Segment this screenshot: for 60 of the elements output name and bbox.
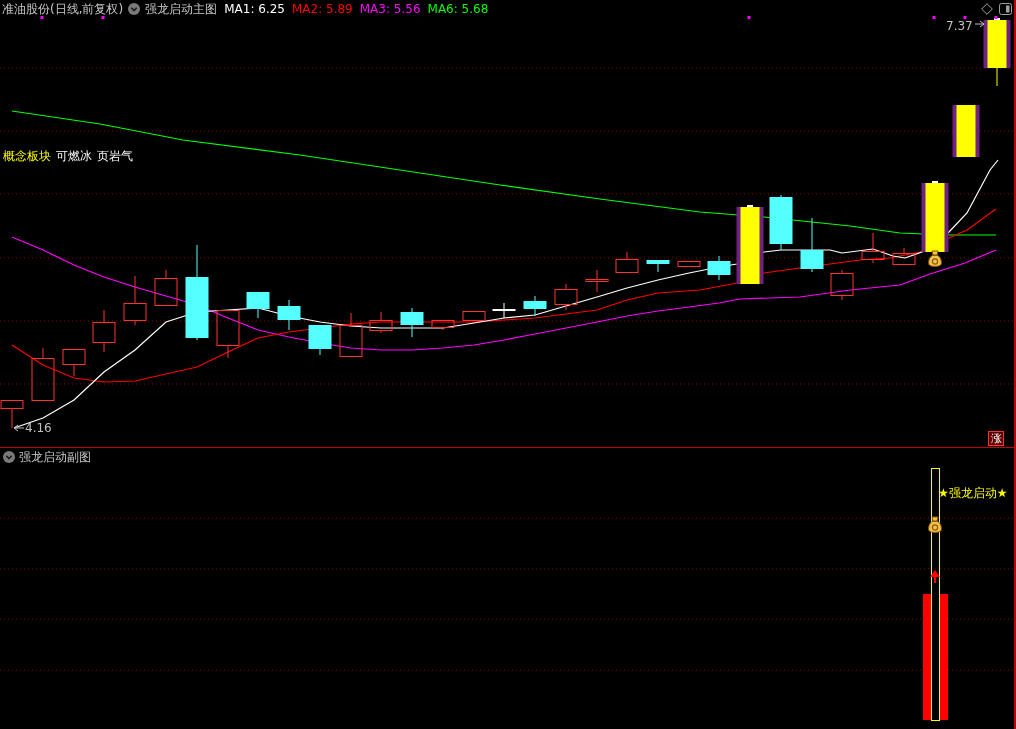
marker-icon (994, 16, 998, 19)
marker-icon (40, 16, 44, 19)
indicator-name[interactable]: 强龙启动副图 (19, 449, 91, 465)
candlestick (615, 251, 639, 273)
candlestick (308, 324, 332, 356)
candlestick (31, 347, 55, 401)
candlestick (585, 269, 609, 293)
moving-average-value: MA1: 6.25 (224, 1, 285, 17)
indicator-name[interactable]: 强龙启动主图 (145, 1, 218, 17)
candlestick (707, 255, 731, 281)
money-bag-icon (928, 516, 942, 533)
candlestick (800, 217, 824, 273)
candlestick (677, 260, 701, 267)
dropdown-icon[interactable] (3, 451, 15, 463)
candlestick (0, 399, 24, 429)
candlestick (216, 309, 240, 359)
candlestick (523, 295, 547, 317)
candlestick (861, 232, 885, 264)
candlestick (246, 291, 270, 319)
side-button[interactable]: 涨 (988, 431, 1004, 446)
candlestick (431, 319, 455, 331)
signal-label: ★强龙启动★ (938, 485, 1008, 501)
candlestick (462, 310, 486, 321)
marker-icon (963, 16, 967, 19)
candlestick (62, 348, 86, 377)
security-title: 准油股份(日线,前复权) (2, 1, 124, 17)
candlestick (892, 247, 916, 265)
candlestick (769, 194, 793, 251)
leader-arrow (13, 424, 25, 432)
marker-icon (747, 16, 751, 19)
high-price-label: 7.37 (946, 20, 973, 33)
candlestick (277, 299, 301, 331)
moving-average-value: MA6: 5.68 (427, 1, 489, 17)
candlestick (492, 302, 516, 319)
candlestick (92, 309, 116, 353)
candlestick (154, 269, 178, 306)
concept-tag: 页岩气 (97, 148, 133, 164)
candlestick (123, 275, 147, 326)
dropdown-icon[interactable] (128, 3, 141, 15)
candlestick (369, 311, 393, 334)
diamond-icon[interactable] (981, 3, 993, 15)
candlestick (921, 181, 949, 253)
concept-label: 概念板块 (3, 148, 51, 164)
candlestick (339, 312, 363, 357)
candlestick (952, 105, 980, 158)
moving-average-value: MA2: 5.89 (291, 1, 353, 17)
candlestick (400, 307, 424, 338)
candlestick (983, 18, 1011, 87)
concept-tag: 可燃冰 (56, 148, 92, 164)
marker-icon (932, 16, 936, 19)
moving-average-value: MA3: 5.56 (359, 1, 421, 17)
leader-arrow (974, 20, 985, 28)
candlestick (830, 269, 854, 301)
candlestick (554, 283, 578, 311)
money-bag-icon (928, 250, 942, 267)
low-price-label: 4.16 (25, 422, 52, 435)
candlestick (646, 259, 670, 273)
marker-icon (101, 16, 105, 19)
panel-icon[interactable] (999, 3, 1012, 15)
up-arrow-icon (930, 570, 940, 583)
